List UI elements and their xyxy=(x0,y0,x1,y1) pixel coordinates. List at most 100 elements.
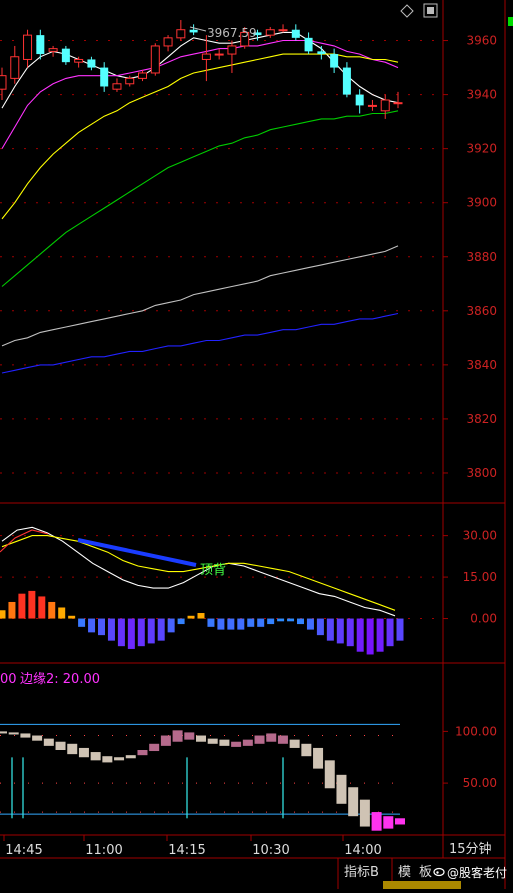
tab-template-2[interactable]: 板 xyxy=(419,865,432,880)
edge-bar xyxy=(383,816,394,829)
diamond-icon[interactable] xyxy=(400,4,414,18)
edge-bar xyxy=(395,818,405,825)
candle-body xyxy=(367,104,377,107)
macd-histogram-bar xyxy=(326,618,334,641)
status-strip xyxy=(383,881,461,889)
divergence-line xyxy=(77,538,197,567)
macd-histogram-bar xyxy=(247,618,255,627)
macd-histogram-bar xyxy=(78,618,86,627)
macd-histogram-bar xyxy=(227,618,235,630)
macd-histogram-bar xyxy=(18,593,26,619)
candle-body xyxy=(150,45,160,74)
candle-body xyxy=(355,94,364,106)
time-tick-label: 14:00 xyxy=(344,843,381,858)
tab-template[interactable]: 模 xyxy=(398,865,411,880)
macd-axis: 0.00 15.00 30.00 xyxy=(443,529,497,626)
edge-bar xyxy=(149,743,160,752)
period-label[interactable]: 15分钟 xyxy=(449,841,492,857)
high-marker: 3967.59 xyxy=(189,26,257,40)
price-tick-label: 3900 xyxy=(466,196,497,210)
chart-canvas[interactable]: 3800 3820 3840 3860 3880 3900 3920 3940 3960 396… xyxy=(0,0,513,889)
macd-histogram-bar xyxy=(58,607,66,619)
macd-histogram-bar xyxy=(167,618,175,633)
macd-histogram-bar xyxy=(157,618,165,641)
candle-body xyxy=(393,102,403,105)
macd-histogram xyxy=(0,590,404,655)
price-axis: 3800 3820 3840 3860 3880 3900 3920 3940 3960 xyxy=(443,34,497,480)
edge-bar xyxy=(8,732,19,735)
macd-histogram-bar xyxy=(376,618,384,652)
macd-histogram-bar xyxy=(0,610,6,619)
watermark: @股客老付 xyxy=(447,865,507,880)
macd-histogram-bar xyxy=(306,618,314,630)
edge-bar xyxy=(301,743,312,757)
edge-bar xyxy=(32,735,43,741)
edge-bar xyxy=(207,738,218,744)
macd-histogram-bar xyxy=(366,618,374,655)
macd-tick-label: 30.00 xyxy=(463,529,497,543)
macd-histogram-bar xyxy=(197,613,205,619)
candle-body xyxy=(138,72,148,79)
edge-bar xyxy=(184,732,195,740)
edge-bar xyxy=(43,738,54,746)
macd-dif-start xyxy=(0,529,49,553)
price-tick-label: 3960 xyxy=(466,34,497,48)
price-tick-label: 3840 xyxy=(466,358,497,372)
edge-tick-label: 100.00 xyxy=(455,724,497,738)
candle-body xyxy=(201,53,211,60)
candle-body xyxy=(291,29,300,38)
close-icon[interactable] xyxy=(423,3,438,18)
macd-histogram-bar xyxy=(38,596,46,619)
candle-body xyxy=(304,37,313,52)
macd-histogram-bar xyxy=(356,618,364,652)
edge-bar xyxy=(242,739,253,746)
edge-bars xyxy=(0,730,405,831)
macd-tick-label: 0.00 xyxy=(470,612,497,626)
edge-bar xyxy=(313,747,324,769)
macd-histogram-bar xyxy=(177,618,185,625)
edge-bar xyxy=(102,756,113,763)
chart-window: 3800 3820 3840 3860 3880 3900 3920 3940 3960 396… xyxy=(0,0,513,889)
macd-histogram-bar xyxy=(127,618,135,649)
candle-body xyxy=(10,56,20,79)
edge-bar xyxy=(348,787,359,817)
edge-bar xyxy=(371,812,382,831)
edge-header: 00 边缘2: 20.00 xyxy=(0,672,100,687)
edge-bar xyxy=(324,760,335,789)
edge-bar xyxy=(231,741,242,747)
candle-body xyxy=(0,75,7,90)
edge-bar xyxy=(20,733,31,738)
high-marker-label: 3967.59 xyxy=(207,26,257,40)
edge-left-value: 00 xyxy=(0,672,17,687)
candle-body xyxy=(125,77,135,85)
edge-bar xyxy=(78,747,89,758)
candle-body xyxy=(278,29,288,32)
macd-histogram-bar xyxy=(147,618,155,644)
edge2-label: 边缘2: 20.00 xyxy=(20,672,100,687)
candle-body xyxy=(189,29,198,33)
price-tick-label: 3940 xyxy=(466,88,497,102)
candle-body xyxy=(74,58,84,63)
macd-histogram-bar xyxy=(8,601,16,619)
edge-bar xyxy=(359,799,370,827)
candle-body xyxy=(317,51,326,55)
candle-body xyxy=(265,29,275,36)
edge-bar xyxy=(172,730,183,742)
edge-bar xyxy=(196,735,206,742)
macd-histogram-bar xyxy=(267,618,275,625)
candle-body xyxy=(163,37,173,47)
edge-bar xyxy=(289,739,300,748)
price-tick-label: 3860 xyxy=(466,304,497,318)
macd-histogram-bar xyxy=(117,618,125,647)
edge-bar xyxy=(114,757,125,761)
candle-body xyxy=(380,99,390,112)
candle-body xyxy=(36,35,45,55)
edge-axis: 50.00 100.00 xyxy=(443,724,497,790)
macd-histogram-bar xyxy=(346,618,354,647)
time-tick-label: 10:30 xyxy=(252,843,289,858)
weibo-icon xyxy=(433,867,445,877)
tab-indicator-b[interactable]: 指标B xyxy=(344,865,379,880)
edge-bar xyxy=(67,743,78,755)
candle-body xyxy=(87,59,96,68)
macd-histogram-bar xyxy=(107,618,115,641)
